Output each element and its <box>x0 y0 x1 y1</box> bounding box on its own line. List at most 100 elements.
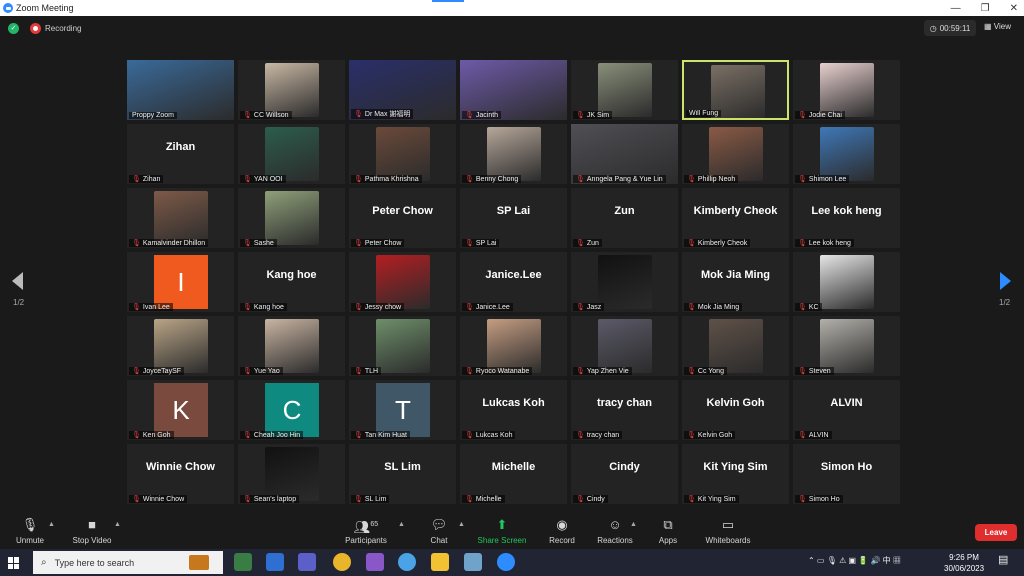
record-icon: ◉ <box>556 517 568 532</box>
chrome-icon[interactable] <box>333 553 351 571</box>
participant-video-image <box>265 319 319 373</box>
participant-tile[interactable]: 🎙︎ Cc Yong <box>682 316 789 376</box>
participant-tile[interactable]: 🎙︎ Jodie Chai <box>793 60 900 120</box>
participant-tile[interactable]: K 🎙︎ Ken Goh <box>127 380 234 440</box>
participant-tile[interactable]: 🎙︎ Sashe <box>238 188 345 248</box>
participant-tile[interactable]: Zihan 🎙︎ Zihan <box>127 124 234 184</box>
recording-icon[interactable] <box>30 23 41 34</box>
taskbar-search[interactable]: ⌕ Type here to search <box>33 551 223 574</box>
close-button[interactable]: ✕ <box>1010 3 1018 14</box>
audio-options-caret-icon[interactable]: ▲ <box>48 521 55 528</box>
minimize-button[interactable]: — <box>951 3 961 14</box>
zoom-taskbar-icon[interactable] <box>497 553 515 571</box>
taskbar-clock[interactable]: 9:26 PM 30/06/2023 <box>944 552 984 574</box>
participant-tile[interactable]: 🎙︎ Jacinth <box>460 60 567 120</box>
teams-icon[interactable] <box>298 553 316 571</box>
participant-tile[interactable]: Kit Ying Sim 🎙︎ Kit Ying Sim <box>682 444 789 504</box>
participant-name-text: Benny Chong <box>475 175 519 183</box>
media-player-icon[interactable] <box>398 553 416 571</box>
participant-tile[interactable]: 🎙︎ Kamalvinder Dhillon <box>127 188 234 248</box>
participant-name-text: Will Fung <box>689 110 719 117</box>
leave-button[interactable]: Leave <box>975 524 1017 541</box>
participants-button[interactable]: 👥︎65 Participants <box>336 517 396 545</box>
participant-tile[interactable]: 🎙︎ Pathma Khrishna <box>349 124 456 184</box>
next-page-arrow-icon[interactable] <box>1000 272 1011 290</box>
apps-button[interactable]: ⧉ Apps <box>638 517 698 545</box>
participant-name-label: 🎙︎ JoyceTaySF <box>129 367 185 375</box>
taskbar-app-icon-1[interactable] <box>234 553 252 571</box>
participant-tile[interactable]: 🎙︎ Sean's laptop <box>238 444 345 504</box>
participant-display-name: Kit Ying Sim <box>703 461 768 473</box>
participant-tile[interactable]: SP Lai 🎙︎ SP Lai <box>460 188 567 248</box>
participant-tile[interactable]: 🎙︎ Anngela Pang & Yue Lin <box>571 124 678 184</box>
participant-tile[interactable]: 🎙︎ Dr Max 謝福明 <box>349 60 456 120</box>
participant-tile[interactable]: 🎙︎ JoyceTaySF <box>127 316 234 376</box>
security-shield-icon[interactable]: ✓ <box>8 23 19 34</box>
participant-tile[interactable]: 🎙︎ KC <box>793 252 900 312</box>
participant-tile[interactable]: Will Fung <box>682 60 789 120</box>
participant-tile[interactable]: 🎙︎ Shimon Lee <box>793 124 900 184</box>
tray-icons[interactable]: ⌃ ▭ 🎙︎ ⚠ ▣ 🔋 🔊 中 ▦ <box>808 555 901 566</box>
stop-video-button[interactable]: ■ Stop Video <box>62 517 122 545</box>
participant-tile[interactable]: tracy chan 🎙︎ tracy chan <box>571 380 678 440</box>
participant-tile[interactable]: T 🎙︎ Tan Kim Huat <box>349 380 456 440</box>
participant-tile[interactable]: Lee kok heng 🎙︎ Lee kok heng <box>793 188 900 248</box>
participant-tile[interactable]: 🎙︎ CC Willson <box>238 60 345 120</box>
participant-tile[interactable]: Kimberly Cheok 🎙︎ Kimberly Cheok <box>682 188 789 248</box>
participant-name-text: tracy chan <box>586 431 620 439</box>
participant-tile[interactable]: Zun 🎙︎ Zun <box>571 188 678 248</box>
participant-tile[interactable]: Winnie Chow 🎙︎ Winnie Chow <box>127 444 234 504</box>
share-screen-button[interactable]: ⬆ Share Screen <box>472 517 532 545</box>
file-explorer-icon[interactable] <box>431 553 449 571</box>
taskbar-app-icon-8[interactable] <box>464 553 482 571</box>
participant-tile[interactable]: Proppy Zoom <box>127 60 234 120</box>
participant-tile[interactable]: 🎙︎ Jasz <box>571 252 678 312</box>
prev-page-arrow-icon[interactable] <box>12 272 23 290</box>
participant-name-text: Yue Yao <box>253 367 280 375</box>
view-button[interactable]: ▦ View <box>984 22 1011 31</box>
participant-tile[interactable]: 🎙︎ YAN OOI <box>238 124 345 184</box>
participant-tile[interactable]: C 🎙︎ Cheah Joo Hin <box>238 380 345 440</box>
chat-options-caret-icon[interactable]: ▲ <box>458 521 465 528</box>
muted-mic-icon: 🎙︎ <box>798 240 807 247</box>
participant-name-label: 🎙︎ Cindy <box>573 495 608 503</box>
participant-tile[interactable]: 🎙︎ Phillip Neoh <box>682 124 789 184</box>
participant-tile[interactable]: 🎙︎ Benny Chong <box>460 124 567 184</box>
participant-tile[interactable]: 🎙︎ Jessy chow <box>349 252 456 312</box>
participant-tile[interactable]: Kelvin Goh 🎙︎ Kelvin Goh <box>682 380 789 440</box>
record-button[interactable]: ◉ Record <box>532 517 592 545</box>
video-options-caret-icon[interactable]: ▲ <box>114 521 121 528</box>
muted-mic-icon: 🎙︎ <box>465 112 474 119</box>
participant-tile[interactable]: ALVIN 🎙︎ ALVIN <box>793 380 900 440</box>
participant-tile[interactable]: 🎙︎ Steven <box>793 316 900 376</box>
participant-name-label: 🎙︎ CC Willson <box>240 111 292 119</box>
participant-tile[interactable]: I 🎙︎ Ivan Lee <box>127 252 234 312</box>
participant-tile[interactable]: Mok Jia Ming 🎙︎ Mok Jia Ming <box>682 252 789 312</box>
participant-tile[interactable]: 🎙︎ Ryoco Watanabe <box>460 316 567 376</box>
muted-mic-icon: 🎙︎ <box>132 304 141 311</box>
maximize-button[interactable]: ❐ <box>981 3 990 14</box>
visual-studio-icon[interactable] <box>366 553 384 571</box>
participant-tile[interactable]: Kang hoe 🎙︎ Kang hoe <box>238 252 345 312</box>
participant-tile[interactable]: Michelle 🎙︎ Michelle <box>460 444 567 504</box>
participant-tile[interactable]: 🎙︎ TLH <box>349 316 456 376</box>
taskbar-app-icon-2[interactable] <box>266 553 284 571</box>
participant-tile[interactable]: Janice.Lee 🎙︎ Janice.Lee <box>460 252 567 312</box>
participant-tile[interactable]: Lukcas Koh 🎙︎ Lukcas Koh <box>460 380 567 440</box>
participant-tile[interactable]: Cindy 🎙︎ Cindy <box>571 444 678 504</box>
whiteboard-icon: ▭ <box>721 517 735 532</box>
participant-tile[interactable]: Simon Ho 🎙︎ Simon Ho <box>793 444 900 504</box>
grid-view-icon: ▦ <box>984 22 992 31</box>
reactions-options-caret-icon[interactable]: ▲ <box>630 521 637 528</box>
notifications-icon[interactable]: ▤ <box>998 553 1008 566</box>
participant-tile[interactable]: Peter Chow 🎙︎ Peter Chow <box>349 188 456 248</box>
participant-tile[interactable]: SL Lim 🎙︎ SL Lim <box>349 444 456 504</box>
muted-mic-icon: 🎙︎ <box>243 432 252 439</box>
participant-tile[interactable]: 🎙︎ Yue Yao <box>238 316 345 376</box>
participant-tile[interactable]: 🎙︎ Yap Zhen Vie <box>571 316 678 376</box>
participant-tile[interactable]: 🎙︎ JK Sim <box>571 60 678 120</box>
participants-options-caret-icon[interactable]: ▲ <box>398 521 405 528</box>
windows-start-icon[interactable] <box>8 557 20 569</box>
participant-video-image <box>376 127 430 181</box>
whiteboards-button[interactable]: ▭ Whiteboards <box>698 517 758 545</box>
